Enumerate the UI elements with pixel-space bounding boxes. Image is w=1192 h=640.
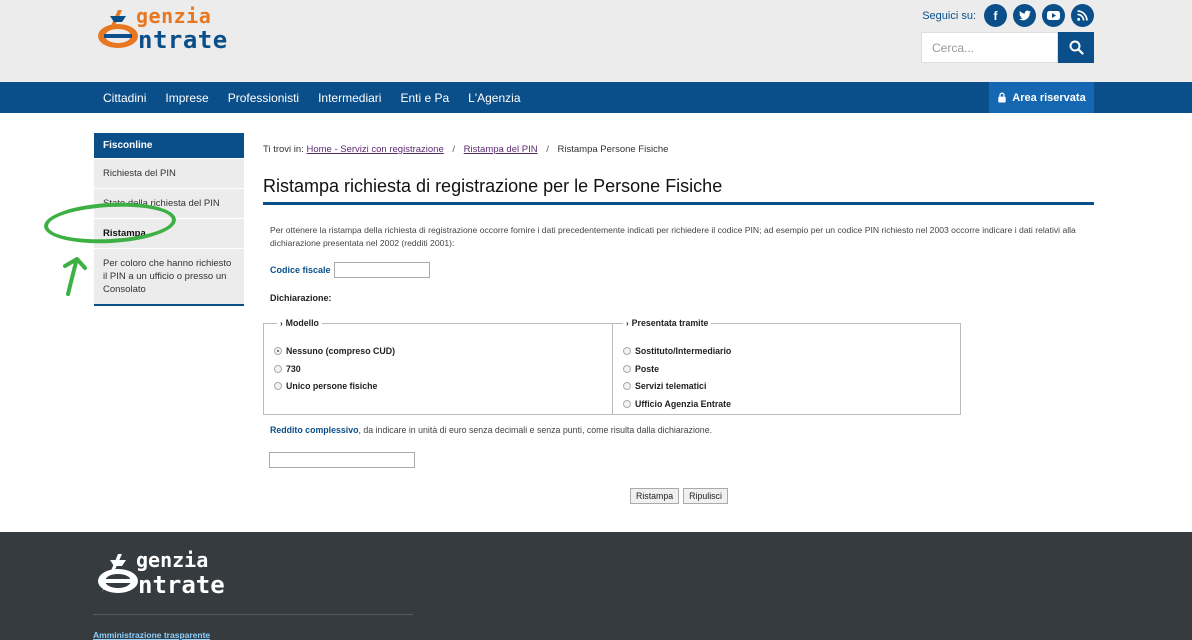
reddito-description: Reddito complessivo, da indicare in unit… <box>270 425 712 435</box>
footer-logo[interactable]: genzia ntrate <box>92 544 262 599</box>
codice-fiscale-label: Codice fiscale <box>270 265 331 275</box>
presentata-tramite-fieldset: › Presentata tramite Sostituto/Intermedia… <box>612 318 961 415</box>
nav-item-enti-e-pa[interactable]: Enti e Pa <box>400 91 449 105</box>
reddito-label: Reddito complessivo <box>270 425 359 435</box>
area-riservata-button[interactable]: Area riservata <box>989 82 1094 113</box>
search-icon <box>1069 40 1084 55</box>
radio-button[interactable] <box>623 365 631 373</box>
logo-text-agenzia: genzia <box>136 4 212 28</box>
radio-label: Poste <box>635 364 659 374</box>
reddito-input[interactable] <box>269 452 415 468</box>
radio-label: Ufficio Agenzia Entrate <box>635 399 731 409</box>
ristampa-button[interactable]: Ristampa <box>630 488 680 504</box>
radio-button[interactable] <box>623 382 631 390</box>
nav-item-professionisti[interactable]: Professionisti <box>228 91 299 105</box>
search-box <box>921 32 1094 63</box>
main-nav: Cittadini Imprese Professionisti Interme… <box>0 82 1192 113</box>
area-riservata-label: Area riservata <box>1012 91 1086 104</box>
dichiarazione-label: Dichiarazione: <box>270 293 332 303</box>
radio-button[interactable] <box>274 347 282 355</box>
form-buttons: Ristampa Ripulisci <box>630 488 728 504</box>
radio-button[interactable] <box>623 347 631 355</box>
reddito-hint: , da indicare in unità di euro senza dec… <box>358 425 713 435</box>
radio-button[interactable] <box>623 400 631 408</box>
intro-text: Per ottenere la ristampa della richiesta… <box>270 225 1076 248</box>
lock-icon <box>998 92 1006 103</box>
breadcrumb-current: Ristampa Persone Fisiche <box>557 144 669 155</box>
modello-legend: › Modello <box>277 318 322 328</box>
breadcrumb: Ti trovi in: Home - Servizi con registra… <box>263 144 669 155</box>
site-footer: genzia ntrate Amministrazione trasparent… <box>0 532 1192 640</box>
breadcrumb-link-ristampa-pin[interactable]: Ristampa del PIN <box>464 144 538 155</box>
footer-divider <box>93 614 413 615</box>
sidebar-title: Fisconline <box>94 133 244 158</box>
breadcrumb-prefix: Ti trovi in: <box>263 144 304 155</box>
radio-label: Nessuno (compreso CUD) <box>286 346 395 356</box>
agenzia-entrate-logo[interactable]: genzia ntrate <box>92 2 262 54</box>
footer-logo-text-entrate: ntrate <box>138 571 225 599</box>
radio-option-servizi-telematici[interactable]: Servizi telematici <box>623 381 706 391</box>
radio-button[interactable] <box>274 365 282 373</box>
page-title: Ristampa richiesta di registrazione per … <box>263 176 723 196</box>
nav-item-intermediari[interactable]: Intermediari <box>318 91 381 105</box>
social-label: Seguici su: <box>922 9 976 22</box>
codice-fiscale-input[interactable] <box>334 262 430 278</box>
site-header: genzia ntrate Seguici su: f <box>0 0 1192 82</box>
footer-logo-text-agenzia: genzia <box>136 548 209 572</box>
ripulisci-button[interactable]: Ripulisci <box>683 488 728 504</box>
radio-option-730[interactable]: 730 <box>274 364 301 374</box>
nav-item-imprese[interactable]: Imprese <box>165 91 208 105</box>
sidebar-item-ufficio-consolato[interactable]: Per coloro che hanno richiesto il PIN a … <box>94 248 244 304</box>
radio-option-unico[interactable]: Unico persone fisiche <box>274 381 377 391</box>
radio-label: Servizi telematici <box>635 381 707 391</box>
search-button[interactable] <box>1058 32 1094 63</box>
footer-link-amministrazione-trasparente[interactable]: Amministrazione trasparente <box>93 630 210 640</box>
radio-label: 730 <box>286 364 301 374</box>
modello-fieldset: › Modello Nessuno (compreso CUD) 730 Unic… <box>263 318 613 415</box>
facebook-icon[interactable]: f <box>984 4 1007 27</box>
radio-option-nessuno[interactable]: Nessuno (compreso CUD) <box>274 346 395 356</box>
social-links: Seguici su: f <box>922 4 1094 27</box>
radio-option-ufficio[interactable]: Ufficio Agenzia Entrate <box>623 399 731 409</box>
logo-emblem-icon <box>98 10 138 48</box>
radio-option-sostituto[interactable]: Sostituto/Intermediario <box>623 346 731 356</box>
rss-icon[interactable] <box>1071 4 1094 27</box>
title-divider <box>263 202 1094 205</box>
caret-icon: › <box>626 319 629 328</box>
radio-label: Unico persone fisiche <box>286 381 378 391</box>
nav-item-cittadini[interactable]: Cittadini <box>103 91 146 105</box>
nav-item-agenzia[interactable]: L'Agenzia <box>468 91 520 105</box>
logo-text-entrate: ntrate <box>138 26 228 54</box>
annotation-arrow-icon <box>63 257 87 296</box>
breadcrumb-link-home[interactable]: Home - Servizi con registrazione <box>306 144 443 155</box>
radio-button[interactable] <box>274 382 282 390</box>
presentata-legend: › Presentata tramite <box>623 318 712 328</box>
twitter-icon[interactable] <box>1013 4 1036 27</box>
radio-label: Sostituto/Intermediario <box>635 346 732 356</box>
radio-option-poste[interactable]: Poste <box>623 364 659 374</box>
sidebar-item-richiesta-pin[interactable]: Richiesta del PIN <box>94 158 244 188</box>
footer-logo-emblem-icon <box>98 554 138 593</box>
caret-icon: › <box>280 319 283 328</box>
search-input[interactable] <box>921 32 1058 63</box>
youtube-icon[interactable] <box>1042 4 1065 27</box>
